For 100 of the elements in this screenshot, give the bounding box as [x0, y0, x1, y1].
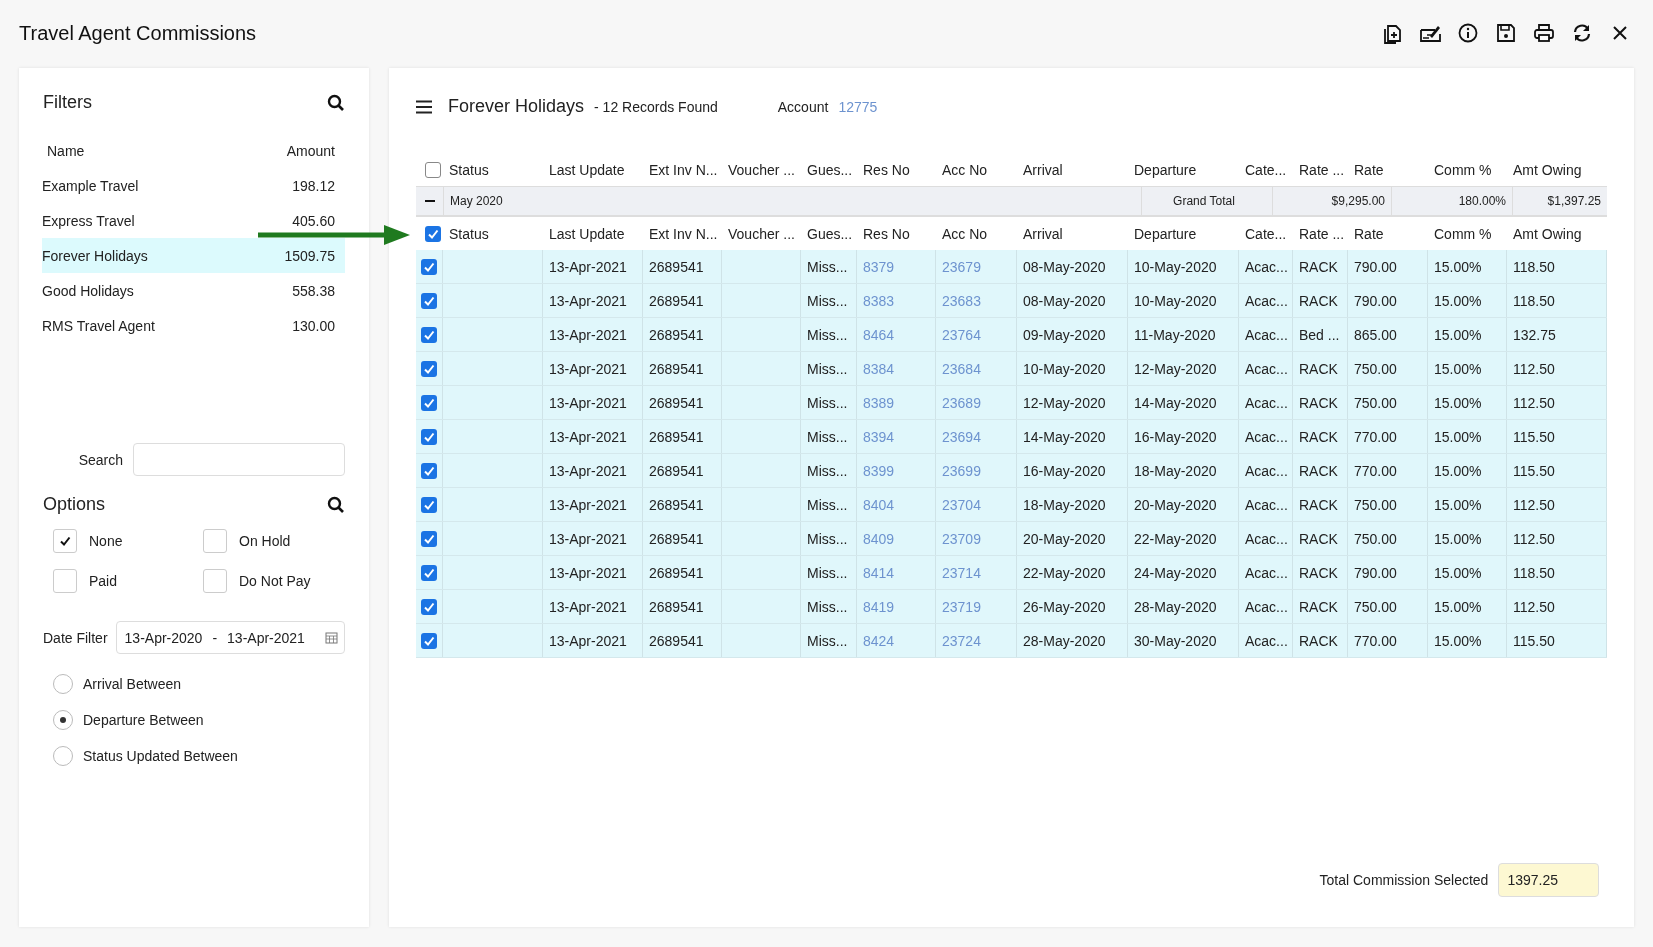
- row-checkbox[interactable]: [421, 530, 437, 547]
- table-cell: Miss...: [807, 462, 848, 479]
- table-cell: Acac...: [1245, 394, 1288, 411]
- table-cell: 115.50: [1513, 428, 1555, 445]
- agent-list-item[interactable]: Express Travel 405.60: [42, 203, 345, 238]
- table-cell: 15.00%: [1434, 360, 1482, 377]
- column-header[interactable]: Arrival: [1017, 225, 1128, 242]
- search-icon[interactable]: [327, 495, 345, 514]
- column-header[interactable]: Departure: [1128, 161, 1239, 178]
- group-checkbox[interactable]: [424, 225, 441, 242]
- column-header[interactable]: Last Update: [543, 225, 643, 242]
- row-checkbox[interactable]: [421, 428, 437, 445]
- checkbox[interactable]: [203, 529, 227, 553]
- column-header[interactable]: Rate: [1348, 161, 1428, 178]
- row-checkbox[interactable]: [421, 632, 437, 649]
- checkbox-label: Do Not Pay: [239, 573, 311, 589]
- table-cell: RACK: [1299, 530, 1338, 547]
- row-checkbox[interactable]: [421, 598, 437, 615]
- checkbox[interactable]: [203, 569, 227, 593]
- calendar-icon[interactable]: [325, 631, 338, 644]
- checkmark-icon: [423, 532, 435, 545]
- search-field[interactable]: [133, 443, 345, 476]
- table-cell: 24-May-2020: [1134, 564, 1217, 581]
- table-cell: Miss...: [807, 326, 848, 343]
- save-icon[interactable]: [1495, 22, 1517, 44]
- column-header[interactable]: Comm %: [1428, 225, 1507, 242]
- select-all-checkbox[interactable]: [424, 161, 441, 178]
- radio-label: Departure Between: [83, 712, 204, 728]
- search-icon[interactable]: [327, 93, 345, 112]
- column-header[interactable]: Status: [443, 225, 543, 242]
- column-header[interactable]: Last Update: [543, 161, 643, 178]
- column-header[interactable]: Rate ...: [1293, 225, 1348, 242]
- agent-list-item[interactable]: Good Holidays 558.38: [42, 273, 345, 308]
- column-header[interactable]: Status: [443, 161, 543, 178]
- column-header[interactable]: Comm %: [1428, 161, 1507, 178]
- table-cell: 26-May-2020: [1023, 598, 1106, 615]
- table-cell: 16-May-2020: [1134, 428, 1217, 445]
- column-header[interactable]: Arrival: [1017, 161, 1128, 178]
- table-cell: RACK: [1299, 598, 1338, 615]
- date-range-field[interactable]: 13-Apr-2020 - 13-Apr-2021: [115, 621, 345, 654]
- add-document-icon[interactable]: [1381, 22, 1403, 44]
- table-cell: 865.00: [1354, 326, 1397, 343]
- checkbox[interactable]: [53, 569, 77, 593]
- column-header[interactable]: Rate ...: [1293, 161, 1348, 178]
- table-cell: 28-May-2020: [1023, 632, 1106, 649]
- column-header[interactable]: Res No: [857, 225, 936, 242]
- row-checkbox[interactable]: [421, 564, 437, 581]
- table-cell: 750.00: [1354, 360, 1397, 377]
- table-cell: 15.00%: [1434, 258, 1482, 275]
- column-header[interactable]: Cate...: [1239, 225, 1293, 242]
- checkmark-icon: [59, 535, 71, 547]
- info-icon[interactable]: [1457, 22, 1479, 44]
- checkmark-icon: [423, 634, 435, 647]
- table-cell: Miss...: [807, 292, 848, 309]
- row-checkbox[interactable]: [421, 394, 437, 411]
- row-checkbox[interactable]: [421, 360, 437, 377]
- row-checkbox[interactable]: [421, 258, 437, 275]
- table-cell: Miss...: [807, 564, 848, 581]
- column-header[interactable]: Gues...: [801, 161, 857, 178]
- table-cell: 15.00%: [1434, 292, 1482, 309]
- table-cell: 2689541: [649, 360, 704, 377]
- table-cell: 08-May-2020: [1023, 258, 1106, 275]
- row-checkbox[interactable]: [421, 326, 437, 343]
- agent-list-item[interactable]: Forever Holidays 1509.75: [42, 238, 345, 273]
- column-header[interactable]: Acc No: [936, 161, 1017, 178]
- table-cell: 15.00%: [1434, 326, 1482, 343]
- table-cell: 750.00: [1354, 394, 1397, 411]
- column-header[interactable]: Ext Inv N...: [643, 161, 722, 178]
- print-icon[interactable]: [1533, 22, 1555, 44]
- agent-list-item[interactable]: Example Travel 198.12: [42, 168, 345, 203]
- table-cell: Miss...: [807, 598, 848, 615]
- table-cell: Acac...: [1245, 632, 1288, 649]
- table-cell: 2689541: [649, 394, 704, 411]
- comm-total: 180.00%: [1391, 187, 1512, 215]
- column-header[interactable]: Amt Owing: [1507, 225, 1607, 242]
- table-cell: 14-May-2020: [1023, 428, 1106, 445]
- row-checkbox[interactable]: [421, 496, 437, 513]
- column-header[interactable]: Acc No: [936, 225, 1017, 242]
- column-header[interactable]: Gues...: [801, 225, 857, 242]
- refresh-icon[interactable]: [1571, 22, 1593, 44]
- row-checkbox[interactable]: [421, 292, 437, 309]
- column-header[interactable]: Voucher ...: [722, 161, 801, 178]
- column-header[interactable]: Departure: [1128, 225, 1239, 242]
- menu-icon[interactable]: [416, 99, 432, 114]
- agent-list-item[interactable]: RMS Travel Agent 130.00: [42, 308, 345, 343]
- checkbox[interactable]: [53, 529, 77, 553]
- column-header: Name: [47, 142, 85, 159]
- column-header[interactable]: Ext Inv N...: [643, 225, 722, 242]
- row-checkbox[interactable]: [421, 462, 437, 479]
- column-header[interactable]: Res No: [857, 161, 936, 178]
- table-cell: RACK: [1299, 428, 1338, 445]
- rate-total: $9,295.00: [1272, 187, 1391, 215]
- checkmark-icon: [423, 294, 435, 307]
- column-header[interactable]: Voucher ...: [722, 225, 801, 242]
- table-cell: 2689541: [649, 258, 704, 275]
- checkmark-icon: [423, 328, 435, 341]
- column-header[interactable]: Cate...: [1239, 161, 1293, 178]
- column-header[interactable]: Amt Owing: [1507, 161, 1607, 178]
- column-header[interactable]: Rate: [1348, 225, 1428, 242]
- table-cell: Acac...: [1245, 428, 1288, 445]
